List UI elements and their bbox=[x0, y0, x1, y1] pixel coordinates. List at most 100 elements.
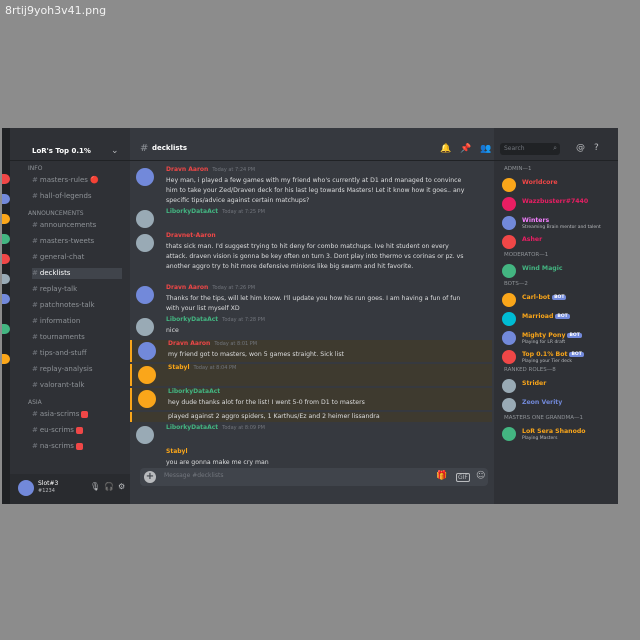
chat-message[interactable]: Dravn Aaron Today at 7:26 PM Thanks for th… bbox=[130, 284, 490, 314]
pin-icon[interactable]: 📌 bbox=[460, 144, 471, 154]
bot-badge: BOT bbox=[555, 313, 570, 319]
message-text: Hey man, i played a few games with my fr… bbox=[166, 177, 465, 204]
member-item[interactable]: Wazzbusterr#7440 bbox=[502, 195, 612, 211]
chat-message[interactable]: Stabyl you are gonna make me cry man bbox=[130, 448, 490, 468]
category-label: ASIA bbox=[28, 399, 42, 406]
avatar[interactable] bbox=[136, 318, 154, 336]
server-icon[interactable] bbox=[2, 194, 10, 204]
channel-item[interactable]: # replay-analysis bbox=[32, 364, 92, 375]
message-author[interactable]: Stabyl bbox=[166, 448, 188, 455]
member-item[interactable]: Top 0.1% Bot BOT Playing your Tier deck bbox=[502, 348, 612, 364]
message-author[interactable]: Dravnet-Aaron bbox=[166, 232, 216, 239]
chevron-down-icon[interactable]: ⌄ bbox=[111, 146, 119, 156]
member-item[interactable]: Mighty Pony BOT Playing for LR draft bbox=[502, 329, 612, 345]
channel-label: information bbox=[39, 317, 81, 325]
channel-item[interactable]: # replay-talk bbox=[32, 284, 77, 295]
member-item[interactable]: Wind Magic bbox=[502, 262, 612, 278]
message-author[interactable]: LiborkyDataAct Today at 7:28 PM bbox=[166, 316, 265, 323]
message-author[interactable]: Dravn Aaron Today at 7:24 PM bbox=[166, 166, 255, 173]
avatar bbox=[502, 197, 516, 211]
server-icon[interactable] bbox=[2, 254, 10, 264]
chat-message[interactable]: LiborkyDataAct hey dude thanks alot for t… bbox=[130, 388, 492, 410]
avatar[interactable] bbox=[136, 210, 154, 228]
server-header[interactable]: LoR's Top 0.1% ⌄ bbox=[10, 142, 130, 161]
message-list: Dravn Aaron Today at 7:24 PM Hey man, i pl… bbox=[130, 164, 494, 478]
channel-category[interactable]: ASIA bbox=[28, 398, 42, 407]
channel-item[interactable]: # hall-of-legends bbox=[32, 191, 92, 202]
author-name: LiborkyDataAct bbox=[166, 424, 219, 431]
avatar[interactable] bbox=[18, 480, 34, 496]
channel-header: # decklists 🔔 📌 👥 bbox=[130, 138, 494, 161]
server-icon[interactable] bbox=[2, 294, 10, 304]
message-author[interactable]: Stabyl Today at 8:04 PM bbox=[168, 364, 236, 371]
gear-icon[interactable]: ⚙ bbox=[118, 482, 125, 491]
chat-message[interactable]: Stabyl Today at 8:04 PM bbox=[130, 364, 492, 386]
message-author[interactable]: Dravn Aaron Today at 7:26 PM bbox=[166, 284, 255, 291]
avatar[interactable] bbox=[136, 168, 154, 186]
channel-category[interactable]: ANNOUNCEMENTS bbox=[28, 209, 84, 218]
channel-item[interactable]: # announcements bbox=[32, 220, 96, 231]
chat-message[interactable]: Dravn Aaron Today at 8:01 PM my friend got… bbox=[130, 340, 492, 362]
channel-item[interactable]: # masters-rules 🔴 bbox=[32, 175, 99, 186]
channel-item[interactable]: # general-chat bbox=[32, 252, 84, 263]
members-icon[interactable]: 👥 bbox=[480, 144, 491, 154]
message-text: Thanks for the tips, will let him know. … bbox=[166, 295, 461, 312]
message-author[interactable]: LiborkyDataAct bbox=[168, 388, 220, 395]
message-author[interactable]: LiborkyDataAct Today at 7:25 PM bbox=[166, 208, 265, 215]
gif-icon[interactable]: GIF bbox=[456, 473, 470, 482]
member-name: Mighty Pony bbox=[522, 332, 566, 339]
emoji-icon[interactable]: ☺ bbox=[476, 471, 485, 481]
avatar[interactable] bbox=[136, 234, 154, 252]
channel-item[interactable]: # tournaments bbox=[32, 332, 85, 343]
member-item[interactable]: Winters Streaming Brain mentor and talent bbox=[502, 214, 612, 230]
member-name-row: Carl-bot BOT bbox=[522, 294, 567, 301]
chat-message[interactable]: LiborkyDataAct Today at 8:09 PM bbox=[130, 424, 490, 446]
channel-item[interactable]: # decklists bbox=[32, 268, 122, 279]
server-icon[interactable] bbox=[2, 324, 10, 334]
message-author[interactable]: Dravn Aaron Today at 8:01 PM bbox=[168, 340, 257, 347]
avatar[interactable] bbox=[138, 342, 156, 360]
message-author[interactable]: LiborkyDataAct Today at 8:09 PM bbox=[166, 424, 265, 431]
member-item[interactable]: Worldcore bbox=[502, 176, 612, 192]
chat-message[interactable]: played against 2 aggro spiders, 1 Karthu… bbox=[130, 412, 492, 422]
avatar[interactable] bbox=[138, 366, 156, 384]
channel-item[interactable]: # patchnotes-talk bbox=[32, 300, 95, 311]
channel-item[interactable]: # na-scrims bbox=[32, 441, 83, 452]
server-icon[interactable] bbox=[2, 354, 10, 364]
chat-message[interactable]: Dravnet-Aaron thats sick man. I'd suggest… bbox=[130, 232, 490, 282]
help-icon[interactable]: ? bbox=[594, 143, 599, 153]
mic-icon[interactable]: 🎙 bbox=[90, 482, 100, 491]
member-item[interactable]: Carl-bot BOT bbox=[502, 291, 612, 307]
channel-item[interactable]: # masters-tweets bbox=[32, 236, 94, 247]
channel-item[interactable]: # valorant-talk bbox=[32, 380, 84, 391]
search-input[interactable]: Search ⌕ bbox=[500, 143, 560, 155]
member-name: Top 0.1% Bot bbox=[522, 351, 568, 358]
server-icon[interactable] bbox=[2, 214, 10, 224]
chat-message[interactable]: LiborkyDataAct Today at 7:28 PM nice bbox=[130, 316, 490, 338]
avatar[interactable] bbox=[136, 426, 154, 444]
server-icon[interactable] bbox=[2, 234, 10, 244]
bell-icon[interactable]: 🔔 bbox=[440, 144, 451, 154]
member-item[interactable]: Zeon Verity bbox=[502, 396, 612, 412]
server-icon[interactable] bbox=[2, 174, 10, 184]
attach-icon[interactable]: + bbox=[144, 471, 156, 483]
member-item[interactable]: Marrioad BOT bbox=[502, 310, 612, 326]
avatar[interactable] bbox=[136, 286, 154, 304]
channel-item[interactable]: # eu-scrims bbox=[32, 425, 83, 436]
server-icon[interactable] bbox=[2, 274, 10, 284]
channel-item[interactable]: # asia-scrims bbox=[32, 409, 89, 420]
member-item[interactable]: Strider bbox=[502, 377, 612, 393]
chat-message[interactable]: Dravn Aaron Today at 7:24 PM Hey man, i pl… bbox=[130, 166, 490, 206]
member-item[interactable]: LoR Sera Shanodo Playing Masters bbox=[502, 425, 612, 441]
channel-item[interactable]: # information bbox=[32, 316, 80, 327]
member-item[interactable]: Asher bbox=[502, 233, 612, 249]
mention-icon[interactable]: @ bbox=[576, 143, 585, 153]
headphones-icon[interactable]: 🎧 bbox=[104, 482, 114, 491]
hash-icon: # bbox=[32, 410, 38, 418]
channel-item[interactable]: # tips-and-stuff bbox=[32, 348, 87, 359]
message-input[interactable]: + Message #decklists 🎁 GIF ☺ bbox=[140, 468, 488, 486]
gift-icon[interactable]: 🎁 bbox=[436, 471, 447, 481]
chat-message[interactable]: LiborkyDataAct Today at 7:25 PM bbox=[130, 208, 490, 230]
avatar[interactable] bbox=[138, 390, 156, 408]
channel-category[interactable]: INFO bbox=[28, 164, 42, 173]
